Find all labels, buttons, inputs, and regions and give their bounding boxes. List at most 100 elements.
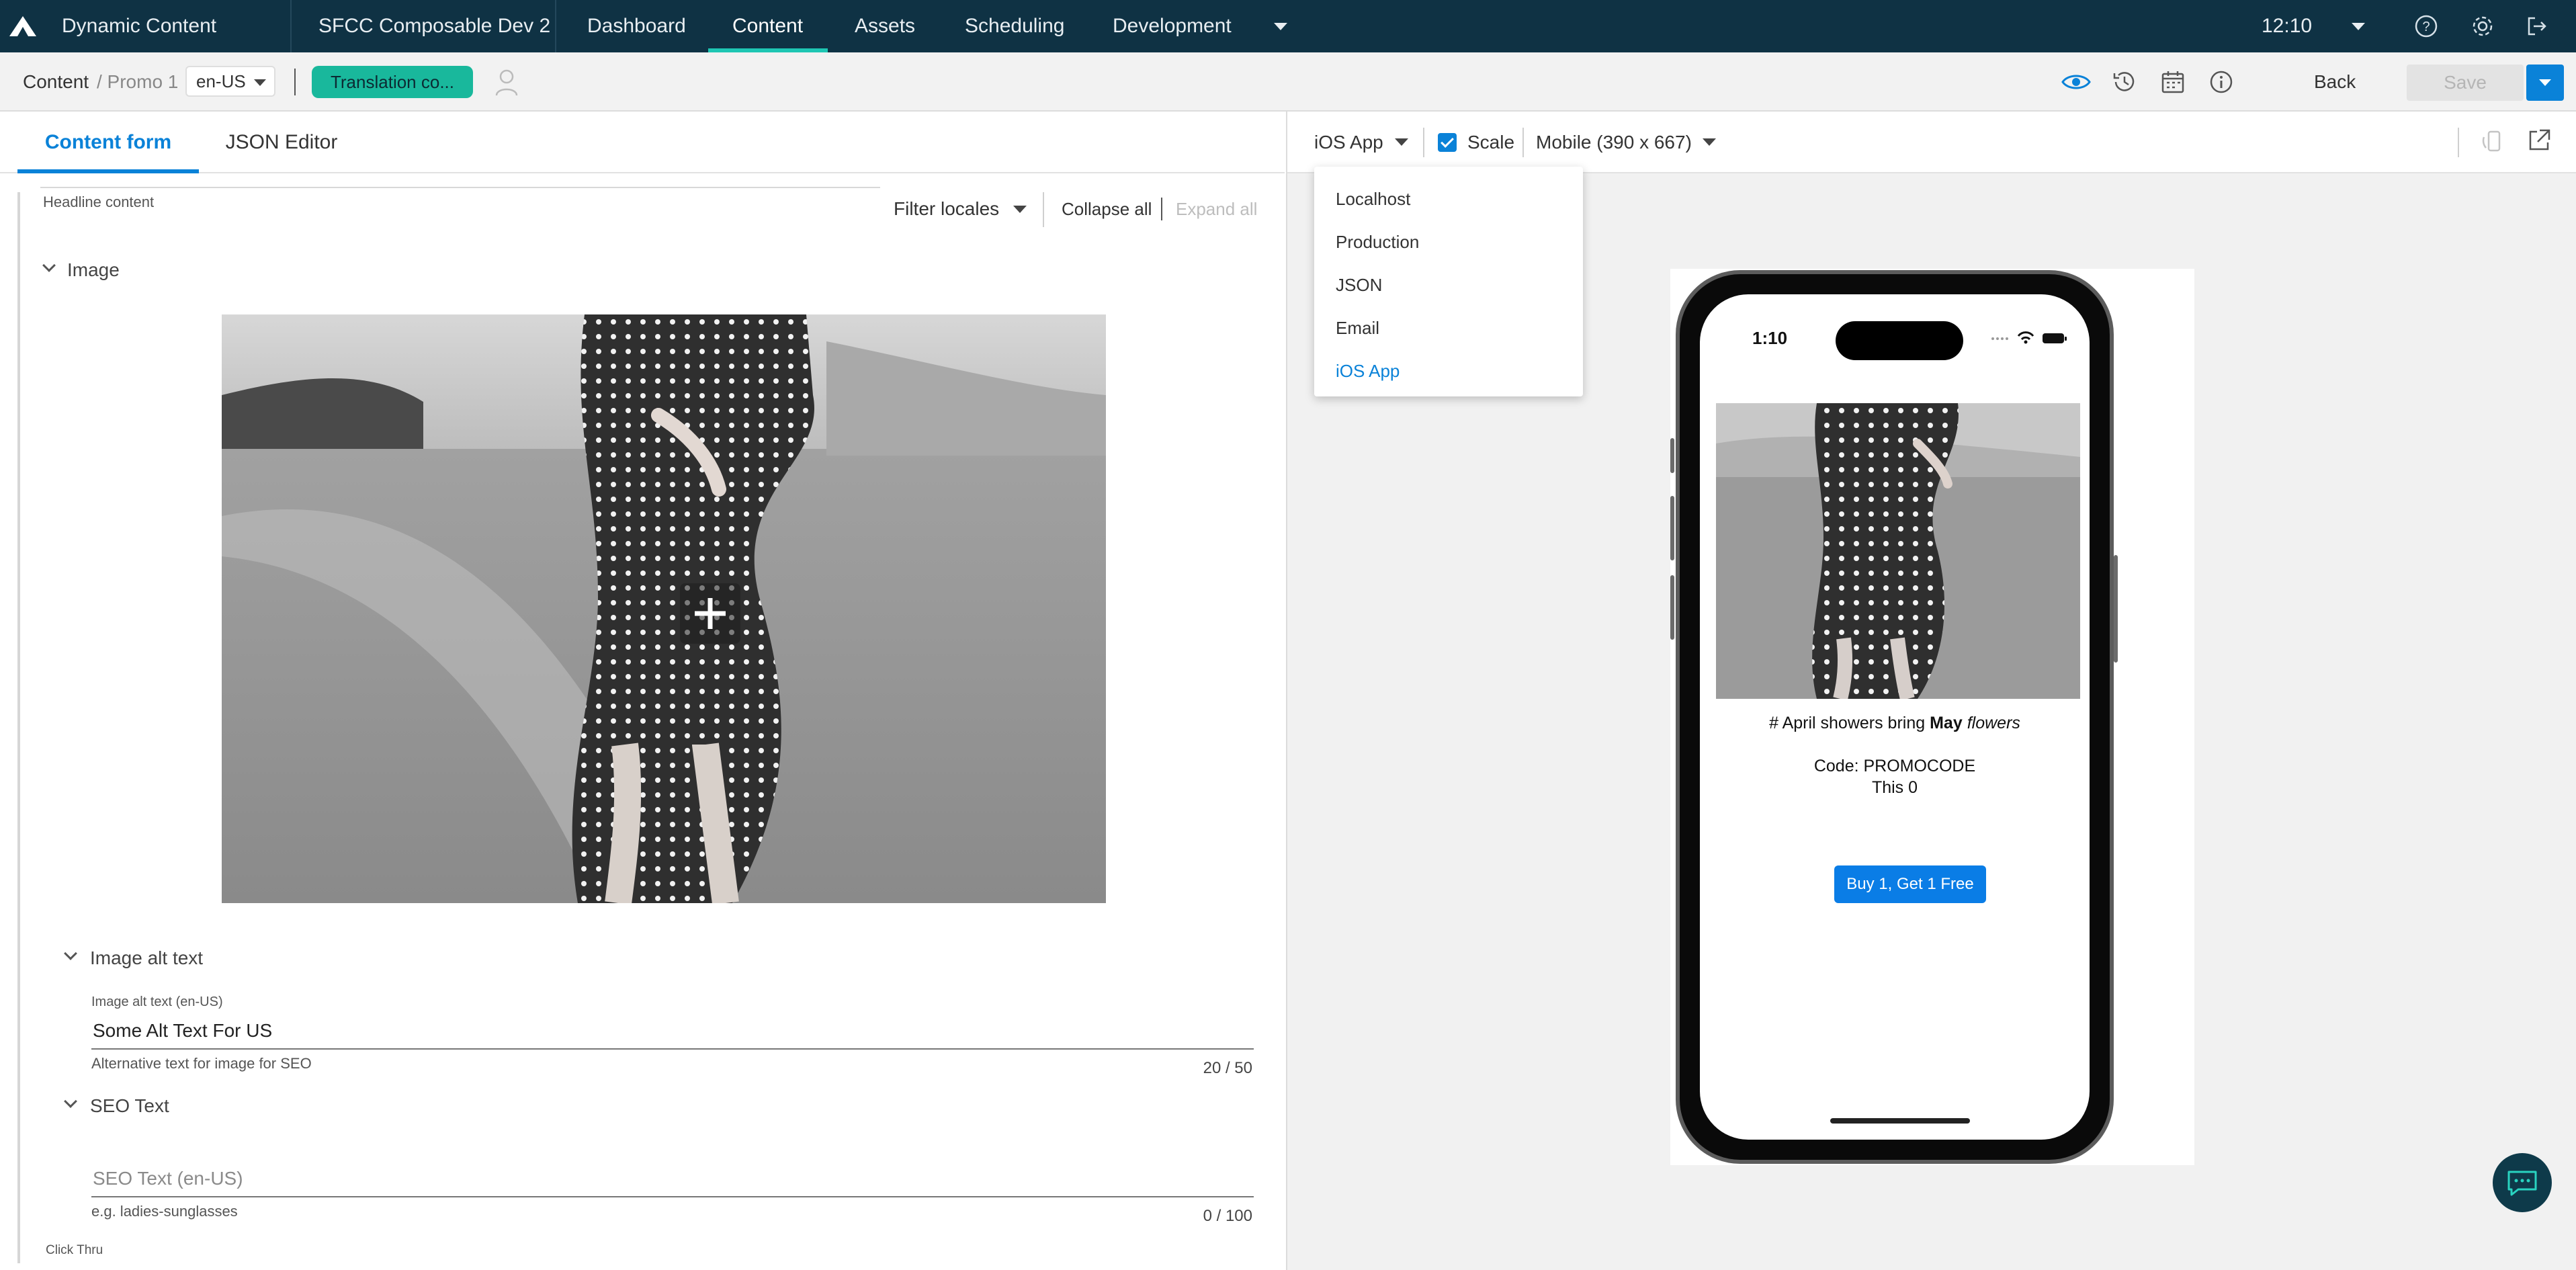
help-icon[interactable]: ? (2412, 12, 2440, 40)
tab-json-editor[interactable]: JSON Editor (199, 112, 364, 173)
svg-text:?: ? (2422, 19, 2430, 34)
settings-gear-icon[interactable] (2468, 12, 2497, 40)
promo-headline-bold: May (1930, 714, 1963, 732)
menu-item-email[interactable]: Email (1336, 314, 1379, 341)
scale-label: Scale (1467, 132, 1515, 153)
status-icons (1991, 331, 2067, 344)
save-options-button[interactable] (2526, 65, 2564, 101)
chat-support-icon[interactable] (2493, 1153, 2552, 1212)
back-button[interactable]: Back (2314, 52, 2356, 112)
divider (294, 69, 296, 95)
section-rail (17, 192, 20, 1263)
user-menu-chevron-icon[interactable] (2352, 23, 2365, 30)
headline-field-underline (40, 187, 880, 188)
menu-item-localhost[interactable]: Localhost (1336, 185, 1410, 212)
collapse-all-button[interactable]: Collapse all (1062, 192, 1152, 226)
image-field-preview[interactable] (222, 314, 1106, 903)
visualization-dropdown-menu: Localhost Production JSON Email iOS App (1314, 167, 1583, 396)
assignee-avatar-icon[interactable] (492, 67, 521, 97)
home-indicator (1830, 1118, 1970, 1124)
content-form-pane: Content form JSON Editor Headline conten… (0, 112, 1285, 1270)
preview-pane: iOS App Scale Mobile (390 x 667) 1:10 # … (1286, 112, 2576, 1270)
nav-assets[interactable]: Assets (855, 0, 915, 52)
history-icon[interactable] (2110, 67, 2139, 97)
breadcrumb-root[interactable]: Content (23, 52, 89, 112)
buy-one-get-one-button[interactable]: Buy 1, Get 1 Free (1834, 865, 1986, 903)
breadcrumb-item: / Promo 1 (97, 71, 179, 92)
filter-locales-dropdown[interactable]: Filter locales (894, 192, 999, 226)
menu-item-json[interactable]: JSON (1336, 271, 1382, 298)
menu-item-ios-app[interactable]: iOS App (1336, 357, 1400, 384)
divider (290, 0, 292, 52)
click-thru-label: Click Thru (46, 1243, 103, 1257)
clock: 12:10 (2262, 15, 2313, 37)
image-alt-section-title: Image alt text (90, 947, 204, 968)
locale-value: en-US (196, 71, 246, 91)
preview-toolbar: iOS App Scale Mobile (390 x 667) (1287, 112, 2576, 173)
scale-checkbox[interactable] (1438, 133, 1457, 152)
amplience-logo-icon[interactable] (8, 15, 38, 38)
hub-name[interactable]: SFCC Composable Dev 2 (318, 0, 550, 52)
promo-headline-prefix: # April showers bring (1769, 714, 1930, 732)
active-tab-indicator (17, 169, 199, 173)
expand-all-button[interactable]: Expand all (1176, 192, 1257, 226)
tab-content-form[interactable]: Content form (17, 112, 199, 173)
divider (1161, 198, 1162, 220)
collapse-chevron-icon[interactable] (64, 1095, 77, 1108)
collapse-chevron-icon[interactable] (42, 259, 56, 272)
promo-this-line: This 0 (1871, 778, 1918, 797)
preview-eye-icon[interactable] (2061, 67, 2091, 97)
menu-item-production[interactable]: Production (1336, 228, 1419, 255)
divider (2458, 128, 2459, 157)
app-name[interactable]: Dynamic Content (62, 0, 216, 52)
promo-code: Code: PROMOCODE (1813, 757, 1976, 775)
open-external-icon[interactable] (2526, 128, 2556, 157)
translation-status-badge[interactable]: Translation co... (312, 66, 473, 98)
phone-screen: 1:10 # April showers bring May flowers C… (1700, 294, 2090, 1140)
nav-more-icon[interactable] (1274, 23, 1287, 30)
nav-scheduling[interactable]: Scheduling (965, 0, 1064, 52)
seo-char-counter: 0 / 100 (1203, 1207, 1252, 1225)
seo-section-title: SEO Text (90, 1095, 169, 1116)
headline-help-text: Headline content (43, 194, 155, 210)
phone-side-button (1670, 575, 1674, 640)
collapse-chevron-icon[interactable] (64, 947, 77, 960)
promo-headline: # April showers bring May flowers (1700, 714, 2090, 733)
form-tabs: Content form JSON Editor (0, 112, 1285, 173)
visualization-select[interactable]: iOS App (1314, 112, 1383, 173)
top-navigation: Dynamic Content SFCC Composable Dev 2 Da… (0, 0, 2576, 52)
add-image-icon[interactable] (680, 583, 740, 644)
chevron-down-icon (254, 79, 266, 86)
iphone-frame: 1:10 # April showers bring May flowers C… (1676, 270, 2114, 1164)
logout-icon[interactable] (2522, 12, 2550, 40)
calendar-icon[interactable] (2158, 67, 2188, 97)
alt-text-input[interactable]: Some Alt Text For US (93, 1020, 272, 1042)
save-button[interactable]: Save (2407, 65, 2524, 101)
alt-help-text: Alternative text for image for SEO (91, 1055, 312, 1072)
content-toolbar: Content / Promo 1 en-US Translation co..… (0, 52, 2576, 112)
chevron-down-icon[interactable] (1703, 138, 1716, 146)
image-section-title: Image (67, 259, 120, 280)
alt-input-underline (91, 1048, 1254, 1050)
nav-dashboard[interactable]: Dashboard (587, 0, 686, 52)
chevron-down-icon[interactable] (1395, 138, 1408, 146)
alt-field-label: Image alt text (en-US) (91, 994, 223, 1009)
device-select[interactable]: Mobile (390 x 667) (1536, 112, 1692, 173)
nav-content[interactable]: Content (732, 0, 803, 52)
nav-development[interactable]: Development (1113, 0, 1232, 52)
seo-input-underline (91, 1196, 1254, 1197)
phone-clock: 1:10 (1752, 328, 1788, 348)
phone-side-button (1670, 496, 1674, 560)
locale-select[interactable]: en-US (185, 66, 275, 97)
alt-char-counter: 20 / 50 (1203, 1059, 1252, 1077)
dynamic-island (1836, 321, 1963, 360)
chevron-down-icon[interactable] (1013, 206, 1027, 213)
seo-text-input[interactable]: SEO Text (en-US) (93, 1168, 243, 1189)
promo-headline-italic: flowers (1967, 714, 2020, 732)
divider (555, 0, 556, 52)
phone-side-button (1670, 438, 1674, 473)
seo-help-text: e.g. ladies-sunglasses (91, 1203, 238, 1220)
rotate-device-icon[interactable] (2481, 128, 2510, 157)
info-icon[interactable] (2206, 67, 2236, 97)
divider (1522, 128, 1524, 157)
